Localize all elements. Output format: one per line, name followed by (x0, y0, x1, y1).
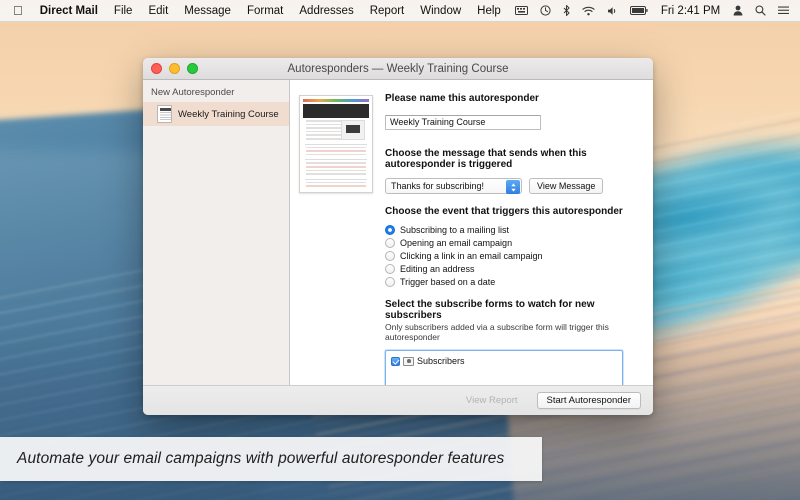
group-icon (403, 356, 414, 366)
thumbnail-text-line (306, 169, 366, 172)
menu-bar-left:  Direct Mail File Edit Message Format A… (0, 0, 509, 22)
caption-banner: Automate your email campaigns with power… (0, 437, 542, 481)
radio-icon (385, 238, 395, 248)
subscribe-forms-listbox[interactable]: Subscribers (385, 350, 623, 385)
menu-item-window[interactable]: Window (412, 0, 469, 22)
bluetooth-icon[interactable] (557, 5, 576, 16)
thumbnail-text-line (306, 153, 366, 156)
message-popup-button[interactable]: Thanks for subscribing! (385, 178, 522, 194)
radio-trigger-based-on-a-date[interactable]: Trigger based on a date (385, 277, 643, 287)
menu-bar-status: Fri 2:41 PM (509, 0, 800, 22)
notification-center-icon[interactable] (772, 6, 795, 15)
thumbnail-divider (305, 143, 367, 145)
radio-label: Trigger based on a date (400, 277, 496, 287)
radio-opening-an-email-campaign[interactable]: Opening an email campaign (385, 238, 643, 248)
trigger-section-label: Choose the event that triggers this auto… (385, 206, 623, 217)
autoresponders-window: Autoresponders — Weekly Training Course … (143, 58, 653, 415)
document-icon (157, 105, 172, 123)
thumbnail-accent-line (306, 165, 366, 168)
sidebar-header: New Autoresponder (151, 87, 235, 98)
window-titlebar[interactable]: Autoresponders — Weekly Training Course (143, 58, 653, 80)
menu-item-report[interactable]: Report (362, 0, 413, 22)
sidebar-item-label: Weekly Training Course (178, 108, 279, 120)
apple-menu-icon[interactable]:  (7, 0, 32, 22)
time-machine-icon[interactable] (534, 5, 557, 16)
radio-subscribing-to-a-mailing-list[interactable]: Subscribing to a mailing list (385, 225, 643, 235)
chevron-updown-icon (506, 180, 520, 194)
user-icon[interactable] (727, 5, 749, 16)
thumbnail-accent-line (306, 150, 366, 152)
caption-text: Automate your email campaigns with power… (17, 450, 505, 467)
radio-label: Opening an email campaign (400, 238, 513, 248)
window-title: Autoresponders — Weekly Training Course (287, 62, 509, 75)
autoresponder-sidebar: New Autoresponder Weekly Training Course (143, 80, 290, 385)
message-thumbnail-column (290, 80, 385, 385)
forms-section-sublabel: Only subscribers added via a subscribe f… (385, 322, 609, 342)
menu-item-addresses[interactable]: Addresses (291, 0, 361, 22)
autoresponder-name-input[interactable] (385, 114, 541, 130)
radio-clicking-a-link-in-an-email-campaign[interactable]: Clicking a link in an email campaign (385, 251, 643, 261)
radio-icon (385, 264, 395, 274)
start-autoresponder-button[interactable]: Start Autoresponder (536, 392, 641, 409)
radio-icon (385, 277, 395, 287)
volume-icon[interactable] (601, 6, 624, 16)
wifi-icon[interactable] (576, 6, 601, 16)
thumbnail-divider (305, 159, 367, 161)
message-section-label: Choose the message that sends when this … (385, 148, 587, 170)
menu-bar:  Direct Mail File Edit Message Format A… (0, 0, 800, 22)
message-preview-thumbnail[interactable] (299, 95, 373, 193)
menu-item-format[interactable]: Format (239, 0, 291, 22)
menu-item-message[interactable]: Message (176, 0, 239, 22)
sidebar-item-weekly-training-course[interactable]: Weekly Training Course (143, 102, 289, 126)
search-icon[interactable] (749, 5, 772, 16)
thumbnail-header-block (303, 104, 369, 118)
thumbnail-color-bar (303, 99, 369, 102)
thumbnail-text-line (306, 162, 366, 164)
desktop:  Direct Mail File Edit Message Format A… (0, 0, 800, 500)
window-bottom-bar: View Report Start Autoresponder (143, 385, 653, 415)
menu-item-edit[interactable]: Edit (140, 0, 176, 22)
thumbnail-image-block (341, 120, 365, 140)
input-source-icon[interactable] (509, 6, 534, 15)
autoresponder-detail-pane: Please name this autoresponder Choose th… (290, 80, 653, 385)
battery-icon[interactable] (624, 6, 654, 15)
forms-section-label: Select the subscribe forms to watch for … (385, 299, 595, 321)
radio-label: Clicking a link in an email campaign (400, 251, 543, 261)
autoresponder-form: Please name this autoresponder Choose th… (385, 80, 653, 385)
radio-editing-an-address[interactable]: Editing an address (385, 264, 643, 274)
radio-icon-selected (385, 225, 395, 235)
name-section-label: Please name this autoresponder (385, 93, 539, 104)
list-item-label: Subscribers (417, 356, 465, 366)
radio-icon (385, 251, 395, 261)
thumbnail-accent-line (306, 185, 366, 187)
thumbnail-text-line (306, 146, 366, 149)
menu-item-help[interactable]: Help (469, 0, 509, 22)
radio-label: Subscribing to a mailing list (400, 225, 510, 235)
list-item[interactable]: Subscribers (391, 356, 622, 366)
radio-label: Editing an address (400, 264, 475, 274)
menu-item-direct-mail[interactable]: Direct Mail (32, 0, 106, 22)
thumbnail-text-line (306, 181, 366, 184)
menu-item-file[interactable]: File (106, 0, 141, 22)
message-popup-value: Thanks for subscribing! (391, 181, 485, 191)
menu-bar-clock[interactable]: Fri 2:41 PM (654, 0, 727, 22)
window-body: New Autoresponder Weekly Training Course (143, 80, 653, 385)
message-row: Thanks for subscribing! View Message (385, 178, 643, 194)
thumbnail-text-line (306, 173, 366, 175)
checkbox-checked-icon[interactable] (391, 356, 400, 366)
view-message-button[interactable]: View Message (529, 178, 604, 194)
thumbnail-divider (305, 178, 367, 180)
view-report-button[interactable]: View Report (456, 392, 528, 409)
